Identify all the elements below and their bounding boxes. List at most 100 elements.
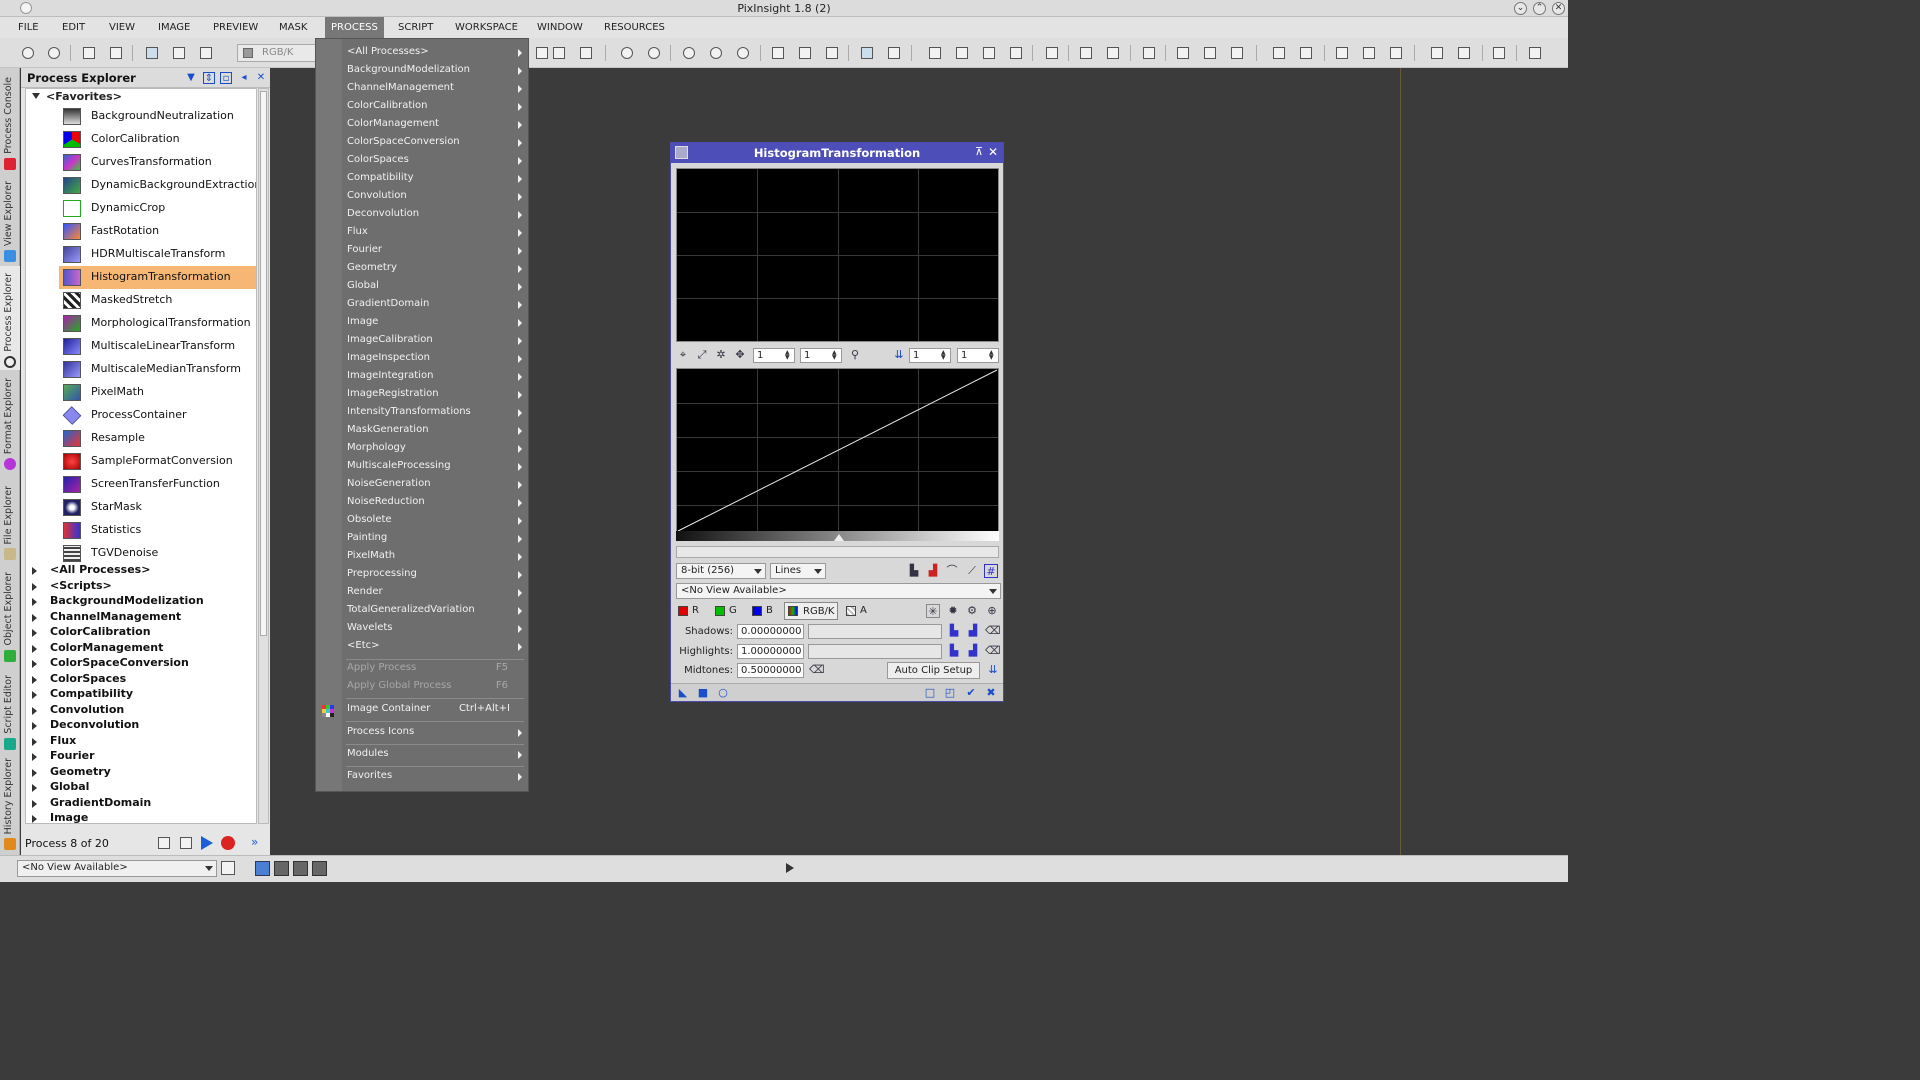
menu-category-item[interactable]: Painting — [342, 530, 528, 548]
menu-category-item[interactable]: ImageIntegration — [342, 368, 528, 386]
channel-selector[interactable]: RGB/K — [237, 44, 317, 62]
mask-remove-icon[interactable] — [1008, 45, 1024, 61]
histogram-window-titlebar[interactable]: HistogramTransformation ⊼ ✕ — [671, 143, 1003, 163]
menu-script[interactable]: SCRIPT — [392, 17, 439, 38]
tab-format-explorer[interactable]: Format Explorer — [0, 372, 20, 472]
import-icon[interactable] — [1105, 45, 1121, 61]
menu-category-item[interactable]: IntensityTransformations — [342, 404, 528, 422]
select-preview-icon[interactable] — [797, 45, 813, 61]
panel-right-icon[interactable] — [1298, 45, 1314, 61]
toolbar-icon[interactable] — [534, 45, 550, 61]
process-icon[interactable] — [1141, 45, 1157, 61]
input-histogram-icon[interactable]: ▙ — [907, 564, 921, 578]
grid-icon[interactable]: # — [984, 564, 998, 578]
expand-arrow-icon[interactable] — [32, 93, 40, 99]
zoom-out-icon[interactable] — [646, 45, 662, 61]
mode-gray-icon[interactable] — [274, 861, 289, 876]
favorites-item[interactable]: Favorites — [342, 768, 528, 786]
tab-object-explorer[interactable]: Object Explorer — [0, 568, 20, 664]
favorite-icon[interactable] — [221, 836, 235, 850]
chevron-down-icon[interactable]: ▼ — [185, 72, 197, 84]
curve-icon[interactable]: ⌒ — [945, 564, 959, 578]
menu-mask[interactable]: MASK — [273, 17, 313, 38]
view-icon[interactable] — [221, 861, 235, 875]
menu-file[interactable]: FILE — [12, 17, 45, 38]
workspace-prev-icon[interactable] — [1388, 45, 1404, 61]
favorite-item[interactable]: ColorCalibration — [59, 128, 256, 151]
menu-category-item[interactable]: MultiscaleProcessing — [342, 458, 528, 476]
menu-etc[interactable]: <Etc> — [342, 638, 528, 656]
shadows-reset-icon[interactable]: ⌫ — [985, 624, 1001, 638]
mode-gray3-icon[interactable] — [312, 861, 327, 876]
menu-edit[interactable]: EDIT — [56, 17, 91, 38]
menu-category-item[interactable]: ColorCalibration — [342, 98, 528, 116]
tree-category[interactable]: Global — [30, 780, 250, 796]
monitor-icon[interactable] — [1429, 45, 1445, 61]
tab-script-editor[interactable]: Script Editor — [0, 668, 20, 752]
menu-category-item[interactable]: ChannelManagement — [342, 80, 528, 98]
script-run-icon[interactable] — [1202, 45, 1218, 61]
tree-category[interactable]: GradientDomain — [30, 796, 250, 812]
menu-category-item[interactable]: Obsolete — [342, 512, 528, 530]
tree-category[interactable]: Flux — [30, 734, 250, 750]
document-icon[interactable]: ◰ — [943, 686, 957, 700]
tree-category[interactable]: ColorSpaces — [30, 672, 250, 688]
tree-category[interactable]: Convolution — [30, 703, 250, 719]
tree-category[interactable]: Deconvolution — [30, 718, 250, 734]
favorite-item[interactable]: MultiscaleLinearTransform — [59, 335, 256, 358]
menu-category-item[interactable]: Image — [342, 314, 528, 332]
tab-view-explorer[interactable]: View Explorer — [0, 174, 20, 264]
transfer-curve-plot[interactable] — [676, 368, 999, 540]
tree-category[interactable]: Compatibility — [30, 687, 250, 703]
redo-icon[interactable] — [46, 45, 62, 61]
shade-icon[interactable]: ⊼ — [975, 145, 983, 158]
save-icon[interactable] — [198, 45, 214, 61]
resolution-select[interactable]: 8-bit (256) — [676, 563, 766, 579]
menu-preview[interactable]: PREVIEW — [207, 17, 264, 38]
output-horizontal-zoom-input[interactable]: 1 ▲ ▼ — [909, 348, 951, 363]
favorite-item[interactable]: ScreenTransferFunction — [59, 473, 256, 496]
favorite-item[interactable]: MultiscaleMedianTransform — [59, 358, 256, 381]
settings-icon[interactable]: ⚙ — [965, 604, 979, 618]
channel-alpha-button[interactable]: A — [846, 605, 876, 619]
close-icon[interactable]: ✕ — [1552, 2, 1565, 15]
crop-icon[interactable] — [886, 45, 902, 61]
favorite-item[interactable]: DynamicCrop — [59, 197, 256, 220]
apply-global-icon[interactable]: ○ — [716, 686, 730, 700]
menu-category-item[interactable]: Render — [342, 584, 528, 602]
shadows-auto-icon[interactable]: ▟ — [966, 624, 980, 638]
menu-category-item[interactable]: Convolution — [342, 188, 528, 206]
mask-invert-icon[interactable] — [981, 45, 997, 61]
select-icon[interactable] — [770, 45, 786, 61]
auto-zero-icon[interactable]: ✳ — [926, 604, 940, 618]
view-select[interactable]: <No View Available> — [676, 583, 1001, 599]
menu-category-item[interactable]: Wavelets — [342, 620, 528, 638]
menu-workspace[interactable]: WORKSPACE — [449, 17, 524, 38]
execute-icon[interactable] — [201, 836, 213, 850]
menu-category-item[interactable]: MaskGeneration — [342, 422, 528, 440]
image-container-item[interactable]: Image Container Ctrl+Alt+I — [342, 701, 528, 719]
menu-category-item[interactable]: Morphology — [342, 440, 528, 458]
menu-category-item[interactable]: PixelMath — [342, 548, 528, 566]
zoom-window-icon[interactable] — [735, 45, 751, 61]
histogram-scroll-track[interactable] — [676, 546, 999, 558]
process-icons-item[interactable]: Process Icons — [342, 724, 528, 742]
channel-r-button[interactable]: R — [678, 605, 708, 619]
menu-category-item[interactable]: NoiseGeneration — [342, 476, 528, 494]
new-image-icon[interactable] — [144, 45, 160, 61]
grid-view-icon[interactable] — [158, 837, 170, 849]
collapse-icon[interactable]: ◂ — [238, 72, 250, 84]
modules-item[interactable]: Modules — [342, 746, 528, 764]
script-edit-icon[interactable] — [1229, 45, 1245, 61]
zoom-1-1-icon[interactable] — [708, 45, 724, 61]
mask-show-icon[interactable] — [954, 45, 970, 61]
menu-category-item[interactable]: ColorSpaceConversion — [342, 134, 528, 152]
menu-category-item[interactable]: Fourier — [342, 242, 528, 260]
shadows-clip-icon[interactable]: ▙ — [947, 624, 961, 638]
favorite-item[interactable]: MaskedStretch — [59, 289, 256, 312]
midtones-slider[interactable] — [834, 534, 844, 541]
favorite-item[interactable]: CurvesTransformation — [59, 151, 256, 174]
graph-style-select[interactable]: Lines — [770, 563, 826, 579]
menu-category-item[interactable]: ImageInspection — [342, 350, 528, 368]
output-histogram-icon[interactable]: ▟ — [926, 564, 940, 578]
